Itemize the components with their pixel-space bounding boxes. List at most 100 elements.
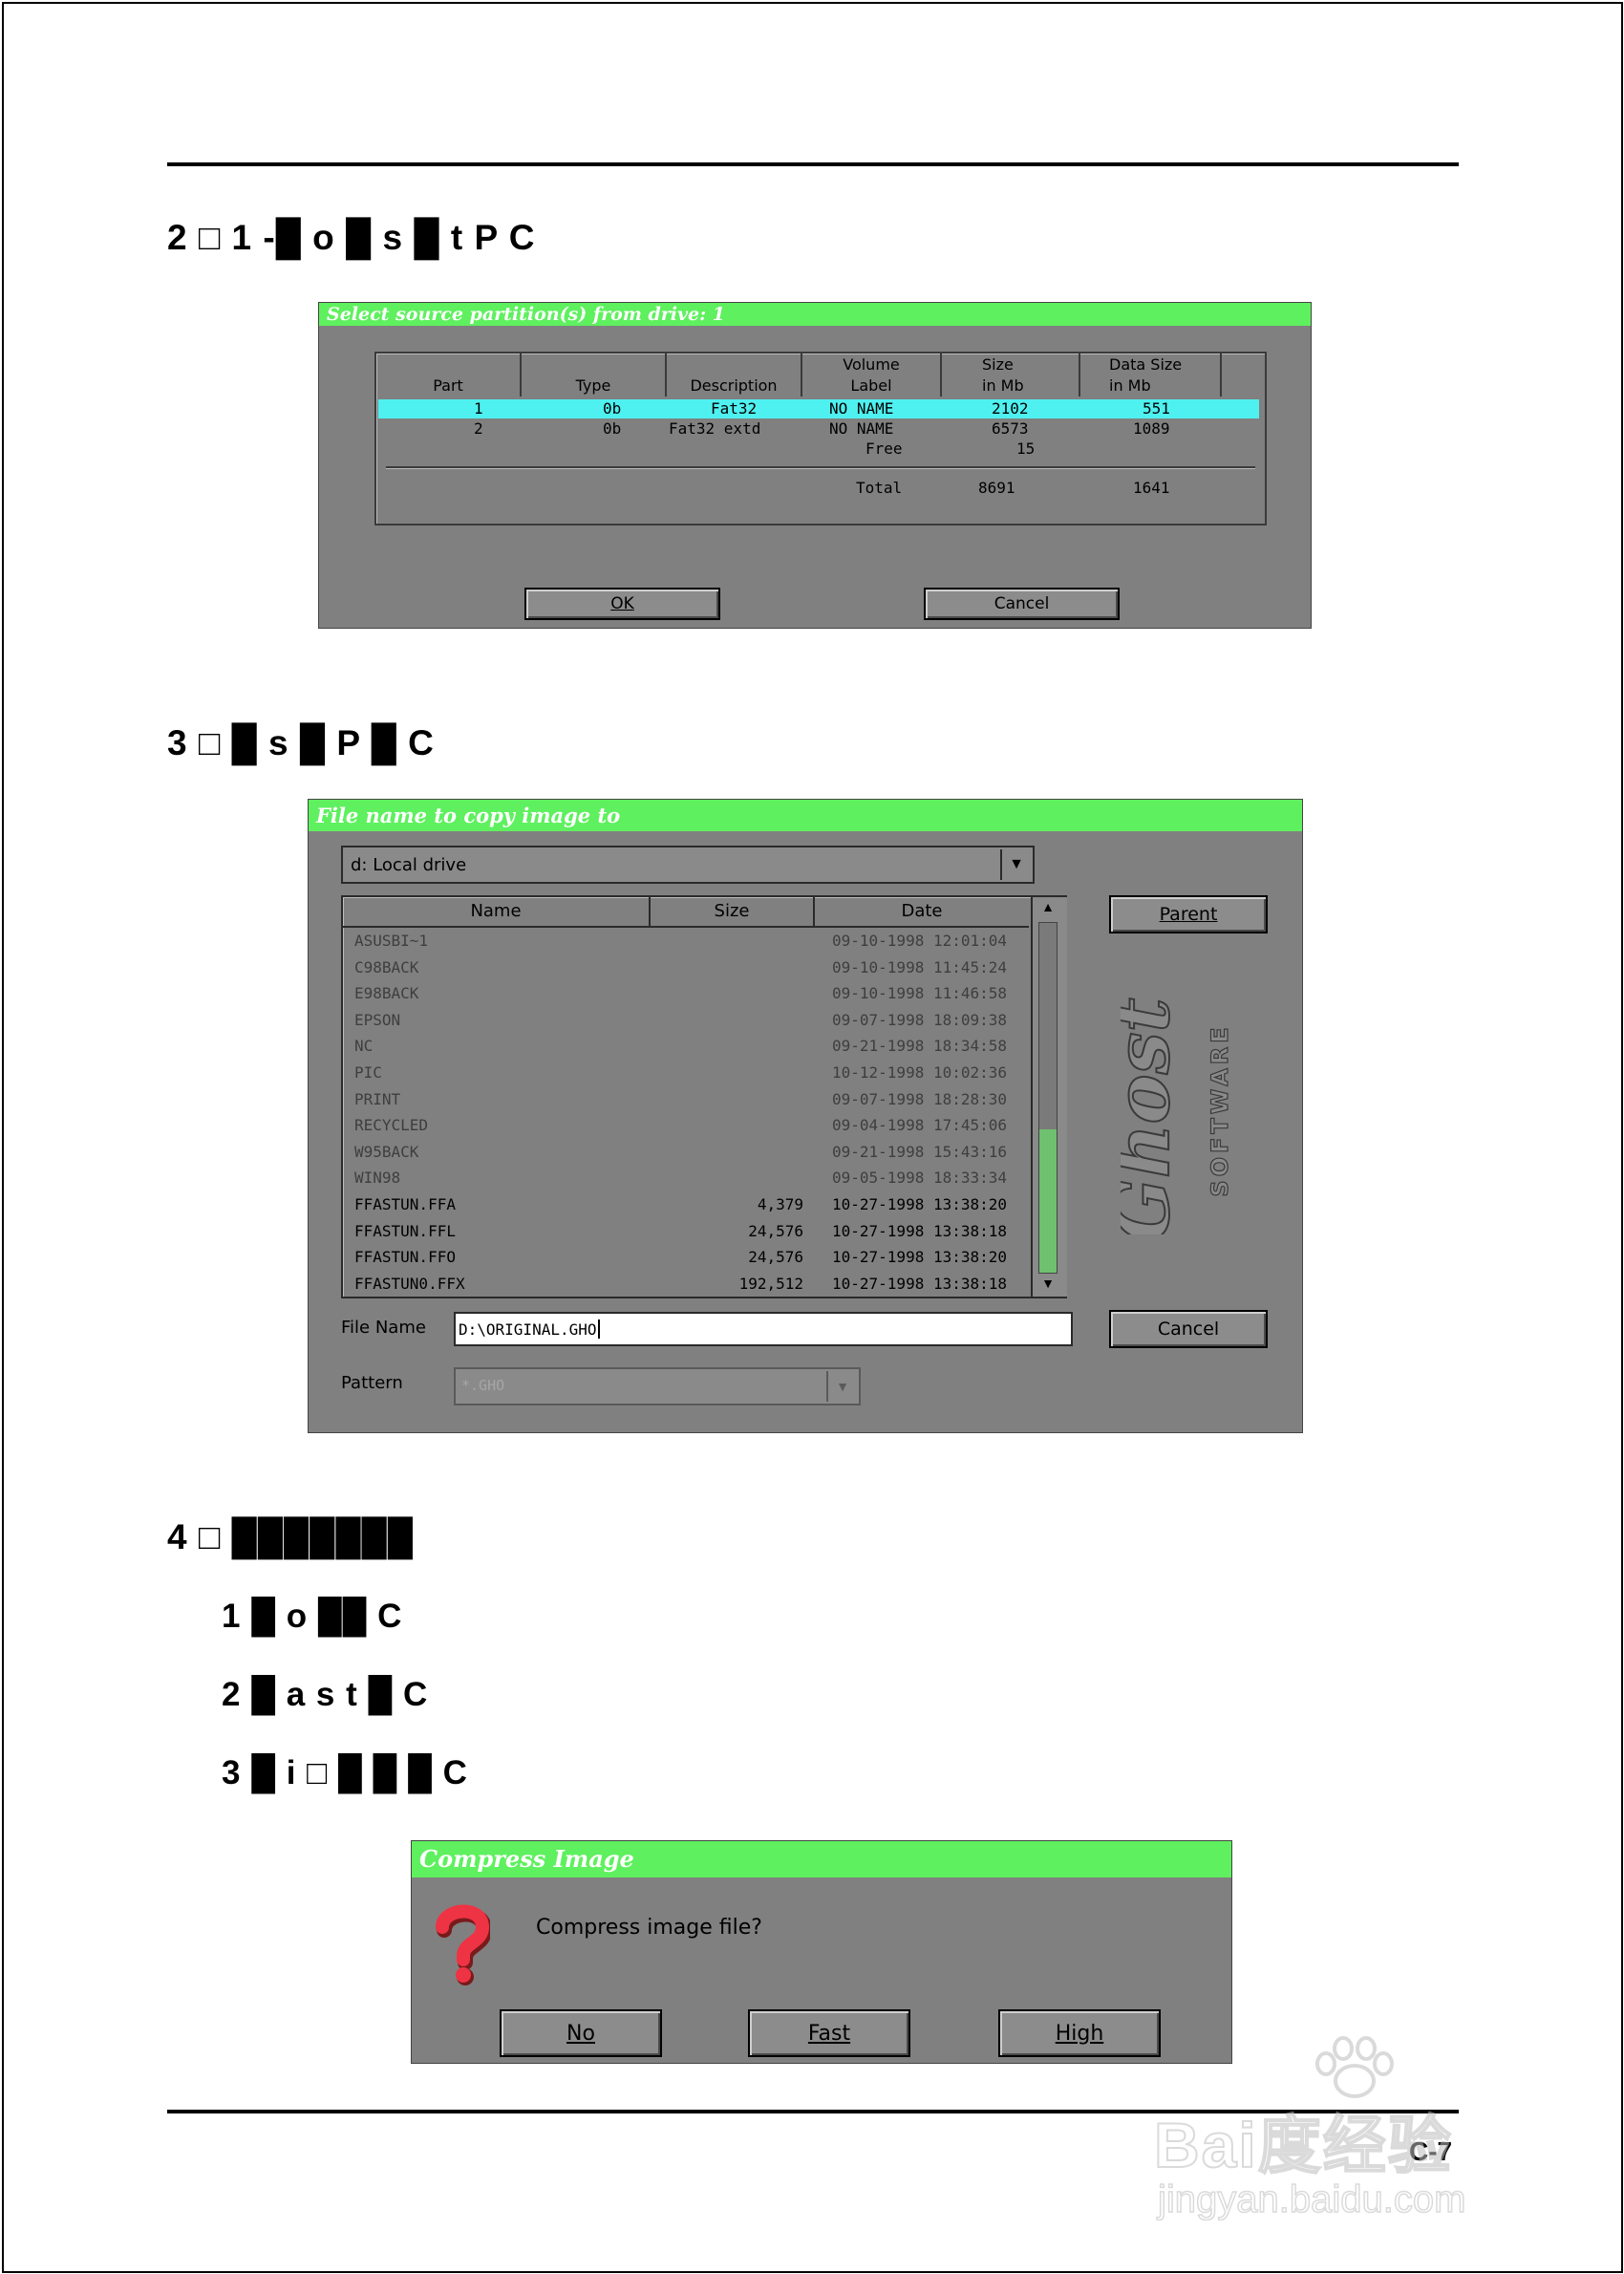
cancel-button[interactable]: Cancel [1109, 1310, 1268, 1348]
file-row[interactable]: EPSON 09-07-1998 18:09:38 [354, 1009, 1027, 1034]
compress-image-dialog: Compress Image Compress image file? No F… [411, 1840, 1232, 2064]
col-name[interactable]: Name [343, 897, 651, 926]
file-date: 09-05-1998 18:33:34 [832, 1169, 1008, 1188]
col-part: Part [376, 354, 522, 397]
file-date: 09-21-1998 18:34:58 [832, 1037, 1008, 1056]
step-4-2: 2 █ a s t █ C [222, 1676, 429, 1713]
scroll-up-icon[interactable]: ▲ [1038, 899, 1058, 918]
table-divider [386, 466, 1255, 468]
file-row[interactable]: W95BACK 09-21-1998 15:43:16 [354, 1141, 1027, 1166]
file-date: 10-27-1998 13:38:18 [832, 1221, 1008, 1240]
file-row[interactable]: C98BACK 09-10-1998 11:45:24 [354, 956, 1027, 981]
file-name-input[interactable]: D:\ORIGINAL.GHO [454, 1312, 1073, 1346]
baidu-watermark: Bai度经验 jingyan.baidu.com [1153, 2035, 1555, 2226]
file-row[interactable]: ASUSBI~1 09-10-1998 12:01:04 [354, 930, 1027, 955]
file-row[interactable]: PIC 10-12-1998 10:02:36 [354, 1062, 1027, 1086]
scroll-thumb[interactable] [1039, 1129, 1057, 1273]
file-name: FFASTUN.FFA [354, 1195, 456, 1213]
file-name: FFASTUN.FFO [354, 1248, 456, 1267]
file-size: 4,379 [757, 1195, 803, 1213]
file-row[interactable]: PRINT 09-07-1998 18:28:30 [354, 1088, 1027, 1113]
table-row-free: Free 15 [865, 440, 1036, 458]
scrollbar[interactable]: ▲ ▼ [1031, 897, 1067, 1297]
pattern-select[interactable]: *.GHO ▼ [454, 1367, 861, 1405]
paw-icon [1315, 2036, 1394, 2098]
question-mark-icon [433, 1900, 493, 1986]
step-4-1: 1 █ o ██ C [222, 1598, 403, 1635]
file-date: 09-10-1998 11:46:58 [832, 984, 1008, 1003]
scroll-down-icon[interactable]: ▼ [1038, 1276, 1058, 1295]
file-row[interactable]: FFASTUN.FFA 4,379 10-27-1998 13:38:20 [354, 1193, 1027, 1218]
ok-button[interactable]: OK [524, 588, 720, 620]
high-button[interactable]: High [998, 2009, 1161, 2057]
file-date: 09-10-1998 12:01:04 [832, 932, 1008, 950]
watermark-url: jingyan.baidu.com [1157, 2177, 1466, 2221]
cancel-button[interactable]: Cancel [924, 588, 1120, 620]
file-rows: ASUSBI~1 09-10-1998 12:01:04 C98BACK 09-10-… [354, 930, 1027, 1295]
col-volume-label: Volume Label [802, 354, 942, 397]
file-name: RECYCLED [354, 1116, 429, 1135]
file-name: WIN98 [354, 1169, 401, 1188]
file-name: NC [354, 1037, 374, 1056]
file-name: C98BACK [354, 957, 419, 976]
file-date: 10-27-1998 13:38:18 [832, 1274, 1008, 1293]
file-size: 24,576 [748, 1221, 803, 1240]
file-row[interactable]: E98BACK 09-10-1998 11:46:58 [354, 982, 1027, 1007]
col-description: Description [667, 354, 802, 397]
dialog-title: File name to copy image to [309, 800, 1302, 831]
pattern-value: *.GHO [461, 1377, 505, 1394]
file-date: 09-21-1998 15:43:16 [832, 1142, 1008, 1161]
file-size: 24,576 [748, 1248, 803, 1267]
file-row[interactable]: FFASTUN0.FFX 192,512 10-27-1998 13:38:18 [354, 1273, 1027, 1298]
step-2-heading: 2 □ 1 -█ o █ s █ t P C [167, 218, 536, 257]
col-date[interactable]: Date [815, 897, 1029, 926]
file-date: 09-07-1998 18:28:30 [832, 1089, 1008, 1108]
no-button[interactable]: No [500, 2009, 662, 2057]
partition-table[interactable]: Part Type Description Volume Label Size … [374, 352, 1267, 526]
file-row[interactable]: FFASTUN.FFL 24,576 10-27-1998 13:38:18 [354, 1220, 1027, 1245]
watermark-brand: Bai度经验 [1153, 2109, 1453, 2181]
file-list[interactable]: Name Size Date ASUSBI~1 09-10-1998 12:01:… [341, 895, 1067, 1298]
chevron-down-icon[interactable]: ▼ [1000, 849, 1031, 880]
svg-text:Ghost: Ghost [1121, 998, 1186, 1234]
file-name: W95BACK [354, 1142, 419, 1161]
table-row[interactable]: 2 0b Fat32 extd NO NAME 6573 1089 [378, 419, 1259, 439]
scroll-track[interactable] [1038, 922, 1058, 1274]
pattern-label: Pattern [341, 1373, 403, 1393]
col-data-size: Data Size in Mb [1080, 354, 1222, 397]
file-row[interactable]: NC 09-21-1998 18:34:58 [354, 1035, 1027, 1060]
file-size: 192,512 [738, 1274, 803, 1293]
compress-question: Compress image file? [536, 1916, 762, 1940]
svg-text:SOFTWARE: SOFTWARE [1207, 1023, 1233, 1196]
dialog-title: Compress Image [412, 1841, 1231, 1877]
col-size[interactable]: Size [651, 897, 815, 926]
file-row[interactable]: RECYCLED 09-04-1998 17:45:06 [354, 1114, 1027, 1139]
file-name: ASUSBI~1 [354, 932, 429, 950]
file-name: FFASTUN.FFL [354, 1221, 456, 1240]
table-header: Part Type Description Volume Label Size … [376, 354, 1265, 397]
ghost-software-logo: Ghost SOFTWARE [1099, 986, 1254, 1242]
file-name: PRINT [354, 1089, 401, 1108]
col-type: Type [522, 354, 667, 397]
file-row[interactable]: WIN98 09-05-1998 18:33:34 [354, 1167, 1027, 1191]
file-name: FFASTUN0.FFX [354, 1274, 465, 1293]
file-date: 09-07-1998 18:09:38 [832, 1010, 1008, 1029]
file-list-header: Name Size Date [343, 897, 1029, 928]
table-row-total: Total 8691 1641 [856, 479, 1170, 497]
text-cursor [597, 1319, 600, 1339]
dialog-title: Select source partition(s) from drive: 1 [319, 303, 1311, 326]
file-date: 09-10-1998 11:45:24 [832, 957, 1008, 976]
chevron-down-icon[interactable]: ▼ [826, 1371, 857, 1402]
fast-button[interactable]: Fast [748, 2009, 910, 2057]
parent-button[interactable]: Parent [1109, 895, 1268, 933]
step-3-heading: 3 □ █ s █ P █ C [167, 723, 435, 762]
table-row-selected[interactable]: 1 0b Fat32 NO NAME 2102 551 [378, 399, 1259, 418]
drive-select[interactable]: d: Local drive ▼ [341, 846, 1035, 884]
step-4-3: 3 █ i □ █ █ █ C [222, 1754, 468, 1791]
file-row[interactable]: FFASTUN.FFO 24,576 10-27-1998 13:38:20 [354, 1246, 1027, 1271]
file-name: EPSON [354, 1010, 401, 1029]
file-name: PIC [354, 1063, 382, 1082]
file-date: 10-27-1998 13:38:20 [832, 1248, 1008, 1267]
col-size: Size in Mb [942, 354, 1080, 397]
header-rule [167, 162, 1459, 166]
